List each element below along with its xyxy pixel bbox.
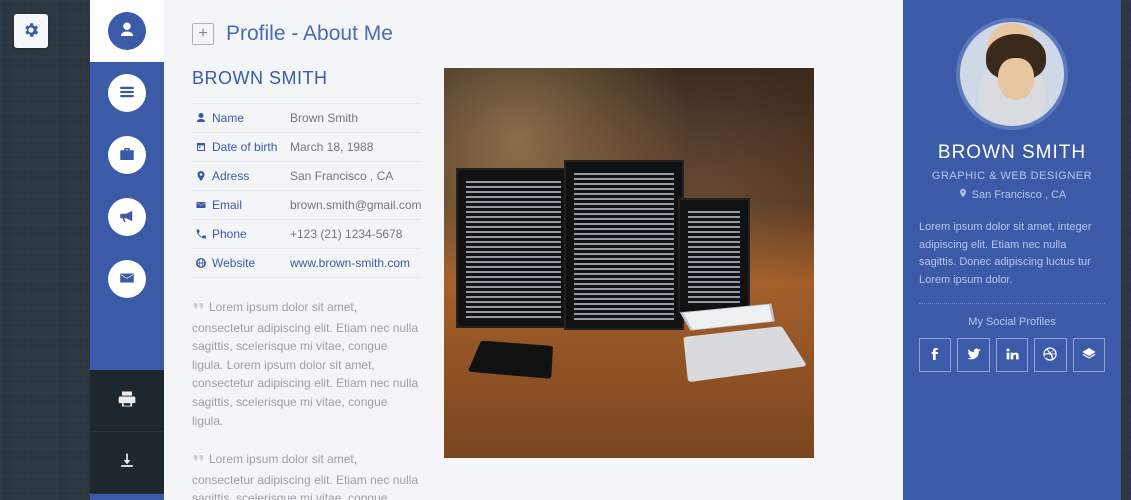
info-row-email: Email brown.smith@gmail.com [192,191,422,220]
info-row-name: Name Brown Smith [192,103,422,133]
social-stack[interactable] [1073,338,1105,372]
info-row-website: Website www.brown-smith.com [192,249,422,278]
profile-sidebar: BROWN SMITH GRAPHIC & WEB DESIGNER San F… [903,0,1121,500]
social-twitter[interactable] [957,338,989,372]
person-icon [192,112,210,124]
envelope-icon [118,269,136,290]
sidebar-bio: Lorem ipsum dolor sit amet, integer adip… [919,219,1105,304]
nav-resume[interactable] [90,62,164,124]
gear-icon [22,21,40,42]
bio-paragraph-1: Lorem ipsum dolor sit amet, consectetur … [192,298,422,430]
nav-contact[interactable] [90,248,164,310]
nav-portfolio[interactable] [90,124,164,186]
social-dribbble[interactable] [1034,338,1066,372]
print-button[interactable] [90,370,164,432]
info-row-phone: Phone +123 (21) 1234-5678 [192,220,422,249]
person-icon [118,21,136,42]
list-icon [118,83,136,104]
content-area: + Profile - About Me BROWN SMITH Name Br… [164,0,903,500]
megaphone-icon [118,207,136,228]
phone-icon [192,228,210,240]
info-row-address: Adress San Francisco , CA [192,162,422,191]
sidebar-role: GRAPHIC & WEB DESIGNER [919,170,1105,182]
download-button[interactable] [90,432,164,494]
calendar-icon [192,141,210,153]
avatar [956,18,1068,130]
social-facebook[interactable] [919,338,951,372]
envelope-icon [192,199,210,211]
pin-icon [192,170,210,182]
twitter-icon [966,346,982,365]
pin-icon [958,188,968,201]
print-icon [117,389,137,412]
facebook-icon [927,346,943,365]
profile-heading: BROWN SMITH [192,68,422,89]
bio-paragraph-2: Lorem ipsum dolor sit amet, consectetur … [192,450,422,500]
briefcase-icon [118,145,136,166]
info-row-dob: Date of birth March 18, 1988 [192,133,422,162]
globe-icon [192,257,210,269]
settings-button[interactable] [14,14,48,48]
nav-profile[interactable] [90,0,164,62]
layers-icon [1081,346,1097,365]
social-buttons [919,338,1105,372]
website-link[interactable]: www.brown-smith.com [290,256,410,270]
page-title: + Profile - About Me [192,22,875,46]
social-linkedin[interactable] [996,338,1028,372]
dribbble-icon [1042,346,1058,365]
sidebar-name: BROWN SMITH [919,142,1105,164]
social-profiles-title: My Social Profiles [919,316,1105,328]
nav-blog[interactable] [90,186,164,248]
download-icon [117,451,137,474]
expand-icon[interactable]: + [192,23,214,45]
page-title-text: Profile - About Me [226,22,393,46]
quote-icon [192,299,206,319]
workspace-photo [444,68,814,458]
sidebar-location: San Francisco , CA [919,188,1105,201]
linkedin-icon [1004,346,1020,365]
quote-icon [192,451,206,471]
